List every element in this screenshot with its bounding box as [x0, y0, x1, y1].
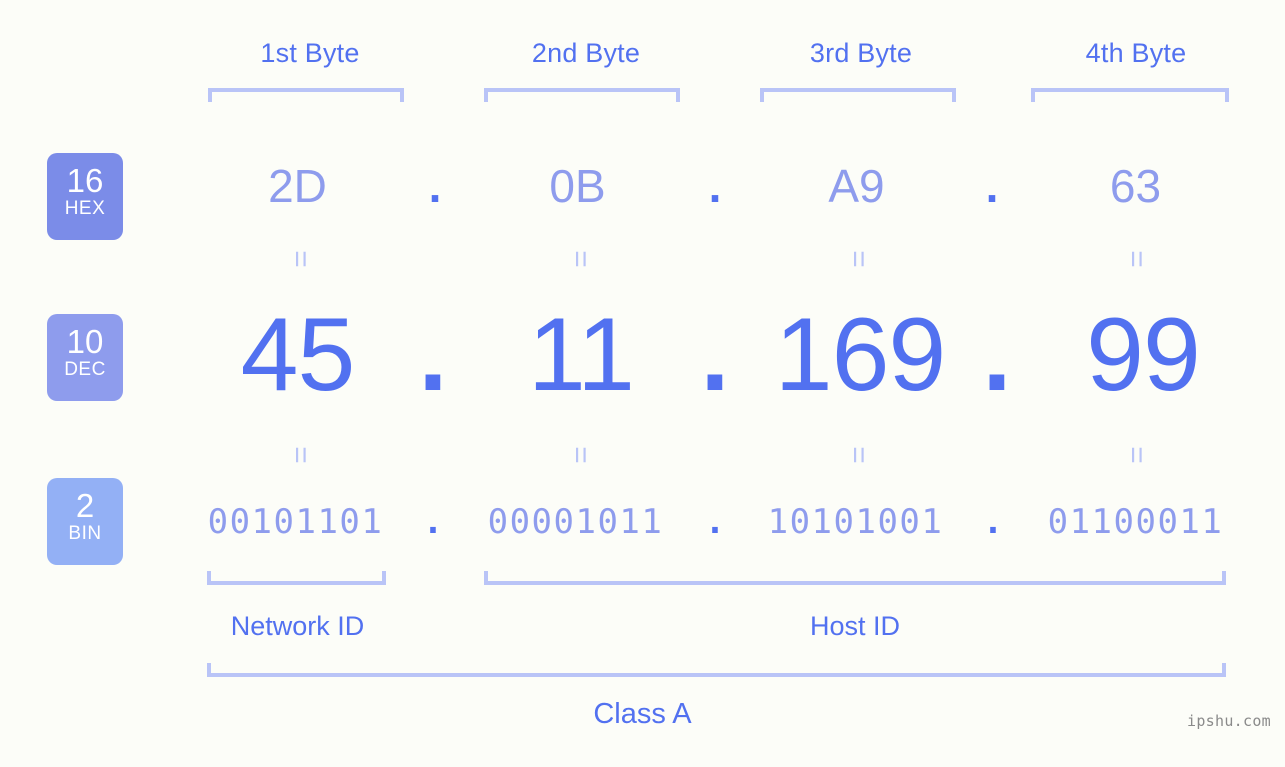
dec-octet-2: 11: [528, 297, 635, 413]
base-badge-hex-name: HEX: [64, 198, 106, 219]
dec-separator-2: .: [700, 297, 730, 413]
network-id-bracket: [207, 571, 386, 585]
base-badge-bin-number: 2: [75, 487, 95, 524]
dec-octet-4: 99: [1086, 297, 1201, 413]
bin-octet-3: 10101001: [767, 502, 944, 542]
bin-separator-1: .: [422, 502, 444, 542]
bin-octet-2: 00001011: [487, 502, 664, 542]
base-badge-dec-number: 10: [66, 323, 104, 360]
base-badge-dec-name: DEC: [64, 359, 106, 380]
network-id-label: Network ID: [230, 611, 365, 641]
bin-octet-1: 00101101: [207, 502, 384, 542]
hex-octet-3: A9: [828, 160, 885, 212]
equals-connector-2-2: =: [564, 446, 597, 464]
base-badge-bin: 2 BIN: [47, 478, 123, 565]
byte-header-2: 2nd Byte: [531, 38, 641, 68]
base-badge-dec: 10 DEC: [47, 314, 123, 401]
bin-octet-4: 01100011: [1047, 502, 1224, 542]
dec-separator-3: .: [982, 297, 1012, 413]
site-watermark: ipshu.com: [1187, 712, 1271, 730]
hex-octet-2: 0B: [549, 160, 606, 212]
byte-bracket-4: [1031, 88, 1229, 102]
base-badge-bin-name: BIN: [68, 523, 102, 544]
dec-octet-3: 169: [774, 297, 947, 413]
byte-bracket-2: [484, 88, 680, 102]
hex-separator-2: .: [708, 160, 722, 212]
hex-octet-4: 63: [1109, 160, 1162, 212]
byte-header-3: 3rd Byte: [809, 38, 913, 68]
equals-connector-2-4: =: [1120, 446, 1153, 464]
host-id-label: Host ID: [809, 611, 901, 641]
ip-address-diagram: 1st Byte 2nd Byte 3rd Byte 4th Byte 16 H…: [0, 0, 1285, 767]
equals-connector-1-1: =: [284, 250, 317, 268]
class-bracket: [207, 663, 1226, 677]
byte-header-4: 4th Byte: [1085, 38, 1187, 68]
equals-connector-1-3: =: [842, 250, 875, 268]
byte-bracket-1: [208, 88, 404, 102]
hex-separator-3: .: [985, 160, 999, 212]
equals-connector-2-3: =: [842, 446, 875, 464]
hex-separator-1: .: [428, 160, 442, 212]
bin-separator-2: .: [704, 502, 726, 542]
equals-connector-1-4: =: [1120, 250, 1153, 268]
equals-connector-1-2: =: [564, 250, 597, 268]
bin-separator-3: .: [982, 502, 1004, 542]
byte-header-1: 1st Byte: [260, 38, 360, 68]
dec-octet-1: 45: [240, 297, 356, 413]
base-badge-hex-number: 16: [66, 162, 104, 199]
class-label: Class A: [593, 698, 692, 730]
equals-connector-2-1: =: [284, 446, 317, 464]
byte-bracket-3: [760, 88, 956, 102]
hex-octet-1: 2D: [268, 160, 327, 212]
host-id-bracket: [484, 571, 1226, 585]
dec-separator-1: .: [418, 297, 448, 413]
base-badge-hex: 16 HEX: [47, 153, 123, 240]
